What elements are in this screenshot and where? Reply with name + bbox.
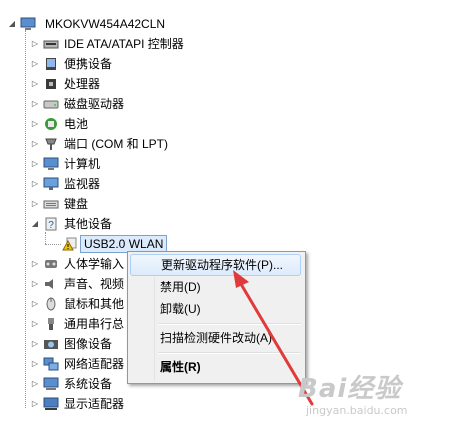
disk-drive-icon [43,100,59,109]
menu-item-uninstall[interactable]: 卸载(U) [130,298,301,320]
tree-item-port[interactable]: ▷ 端口 (COM 和 LPT) [0,134,220,154]
imaging-device-icon [44,340,58,349]
battery-icon [45,118,57,130]
context-menu: 更新驱动程序软件(P)... 禁用(D) 卸载(U) 扫描检测硬件改动(A) 属… [127,251,306,384]
menu-item-update-driver[interactable]: 更新驱动程序软件(P)... [130,254,301,276]
tree-item-label: 其他设备 [64,217,113,231]
tree-item-battery[interactable]: ▷ 电池 [0,114,200,134]
tree-item-network[interactable]: ▷ 网络适配器 [0,354,130,374]
tree-item-label: 鼠标和其他 [64,297,125,311]
menu-item-properties[interactable]: 属性(R) [130,356,301,378]
port-icon [45,138,57,150]
expand-arrow-icon[interactable]: ▷ [30,334,40,354]
keyboard-icon [43,200,59,209]
tree-item-label: 系统设备 [64,377,113,391]
tree-item-label: 网络适配器 [64,357,125,371]
tree-item-sound[interactable]: ▷ 声音、视频 [0,274,130,294]
expand-arrow-icon[interactable]: ▷ [30,294,40,314]
tree-item-label: 显示适配器 [64,397,125,411]
expand-arrow-icon[interactable]: ▷ [30,154,40,174]
tree-item-label: 通用串行总 [64,317,125,331]
expand-arrow-icon[interactable]: ▷ [30,74,40,94]
other-devices-icon: ? [45,217,57,231]
tree-item-label: 键盘 [64,197,89,211]
tree-item-label: 便携设备 [64,57,113,71]
tree-item-usb[interactable]: ▷ 通用串行总 [0,314,130,334]
expand-arrow-icon[interactable]: ▷ [30,194,40,214]
tree-item-label: 监视器 [64,177,101,191]
monitor-icon [43,177,59,190]
tree-item-processor[interactable]: ▷ 处理器 [0,74,200,94]
mouse-icon [46,297,56,311]
menu-separator [158,323,301,325]
tree-item-label: IDE ATA/ATAPI 控制器 [64,37,184,51]
menu-item-scan-hardware[interactable]: 扫描检测硬件改动(A) [130,327,301,349]
expand-arrow-icon[interactable]: ▷ [30,54,40,74]
expand-arrow-icon[interactable]: ▷ [30,34,40,54]
baidu-watermark: Bai经验 jingyan.baidu.com [298,368,448,424]
svg-text:?: ? [48,220,54,231]
tree-root-label: MKOKVW454A42CLN [45,17,166,31]
tree-item-ide[interactable]: ▷ IDE ATA/ATAPI 控制器 [0,34,220,54]
tree-item-hid[interactable]: ▷ 人体学输入 [0,254,130,274]
menu-item-label: 扫描检测硬件改动(A) [160,331,272,345]
menu-item-label: 卸载(U) [160,302,201,316]
tree-item-label: 电池 [64,117,89,131]
hid-icon [45,260,57,268]
expand-arrow-icon[interactable]: ▷ [30,174,40,194]
ide-controller-icon [43,40,59,49]
tree-item-label: 磁盘驱动器 [64,97,125,111]
tree-item-imaging[interactable]: ▷ 图像设备 [0,334,130,354]
tree-item-portable[interactable]: ▷ 便携设备 [0,54,200,74]
tree-item-label: 图像设备 [64,337,113,351]
tree-item-display[interactable]: ▷ 显示适配器 [0,394,200,414]
system-device-icon [43,377,59,390]
computer-icon [43,157,59,170]
expand-arrow-icon[interactable]: ▷ [30,394,40,414]
expand-arrow-icon[interactable]: ▷ [30,374,40,394]
network-adapter-icon [43,357,59,371]
menu-item-label: 禁用(D) [160,280,201,294]
tree-item-keyboard[interactable]: ▷ 键盘 [0,194,200,214]
tree-item-disk[interactable]: ▷ 磁盘驱动器 [0,94,200,114]
watermark-logo-text: Bai经验 [298,374,402,404]
expand-arrow-icon[interactable]: ▷ [30,314,40,334]
warning-device-icon [62,237,77,251]
tree-item-label: 端口 (COM 和 LPT) [64,137,168,151]
processor-icon [46,79,56,89]
expand-arrow-icon[interactable]: ▷ [30,114,40,134]
expand-arrow-icon[interactable]: ▷ [30,354,40,374]
watermark-url: jingyan.baidu.com [306,404,408,417]
collapse-arrow-icon[interactable]: ◢ [7,14,17,34]
tree-item-monitor[interactable]: ▷ 监视器 [0,174,200,194]
tree-root[interactable]: ◢ MKOKVW454A42CLN [0,14,200,34]
expand-arrow-icon[interactable]: ▷ [30,254,40,274]
menu-separator [158,352,301,354]
portable-device-icon [46,58,56,70]
menu-item-label: 更新驱动程序软件(P)... [161,258,283,272]
tree-item-label: 人体学输入 [64,257,125,271]
expand-arrow-icon[interactable]: ▷ [30,94,40,114]
menu-item-label: 属性(R) [160,360,201,374]
usb-icon [48,318,54,330]
menu-item-disable[interactable]: 禁用(D) [130,276,301,298]
collapse-arrow-icon[interactable]: ◢ [30,214,40,234]
computer-icon [20,17,36,30]
tree-item-label: 处理器 [64,77,101,91]
tree-item-label: 计算机 [64,157,101,171]
expand-arrow-icon[interactable]: ▷ [30,274,40,294]
tree-item-mouse[interactable]: ▷ 鼠标和其他 [0,294,130,314]
tree-item-label: 声音、视频 [64,277,125,291]
expand-arrow-icon[interactable]: ▷ [30,134,40,154]
tree-item-other-devices[interactable]: ◢ ? 其他设备 [0,214,200,234]
display-adapter-icon [43,397,59,410]
tree-item-computer[interactable]: ▷ 计算机 [0,154,200,174]
sound-icon [45,279,53,289]
